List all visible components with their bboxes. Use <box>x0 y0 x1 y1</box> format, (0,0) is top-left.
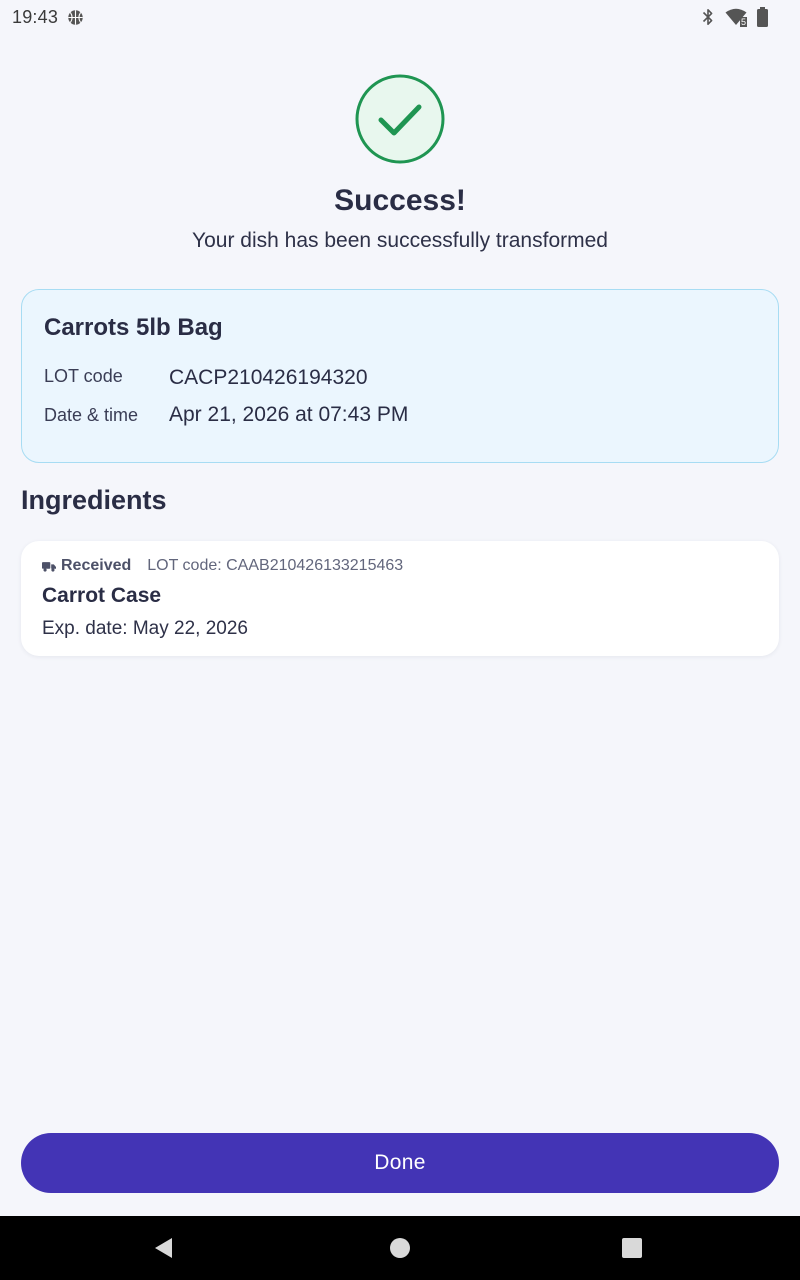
back-icon[interactable] <box>152 1236 176 1260</box>
lot-code-label: LOT code <box>44 366 123 386</box>
basketball-icon <box>68 9 83 25</box>
ingredient-status-label: Received <box>61 557 132 574</box>
datetime-label: Date & time <box>44 405 139 425</box>
success-subtitle: Your dish has been successfully transfor… <box>192 229 608 252</box>
status-right: 5 <box>701 7 768 27</box>
ingredient-lot-code: LOT code: CAAB210426133215463 <box>147 557 404 574</box>
ingredients-title: Ingredients <box>21 485 167 515</box>
ingredient-name: Carrot Case <box>42 584 162 607</box>
wifi-indicator: 5 <box>725 8 747 27</box>
wifi-badge: 5 <box>739 17 747 27</box>
navigation-bar <box>0 1216 800 1280</box>
product-name: Carrots 5lb Bag <box>44 314 223 341</box>
success-screen: 19:43 5 Success! Your dish has been succ… <box>0 0 800 1280</box>
lot-code-value: CACP210426194320 <box>169 366 368 389</box>
recents-icon[interactable] <box>620 1236 644 1260</box>
truck-icon <box>42 561 56 572</box>
ingredient-card[interactable]: Received LOT code: CAAB210426133215463 C… <box>21 541 779 656</box>
ingredient-meta: Received LOT code: CAAB210426133215463 <box>42 557 403 575</box>
datetime-value: Apr 21, 2026 at 07:43 PM <box>169 403 409 426</box>
product-card: Carrots 5lb Bag LOT code CACP21042619432… <box>21 289 779 463</box>
home-icon[interactable] <box>388 1236 412 1260</box>
status-time: 19:43 <box>12 6 59 27</box>
status-left: 19:43 <box>12 7 84 28</box>
check-circle-icon <box>355 74 445 164</box>
ingredient-status: Received <box>42 557 131 575</box>
status-bar: 19:43 5 <box>0 0 800 34</box>
battery-icon <box>757 7 768 27</box>
bluetooth-icon <box>702 8 713 26</box>
ingredient-exp-date: Exp. date: May 22, 2026 <box>42 618 248 639</box>
done-button[interactable]: Done <box>21 1133 779 1193</box>
success-title: Success! <box>334 184 466 217</box>
